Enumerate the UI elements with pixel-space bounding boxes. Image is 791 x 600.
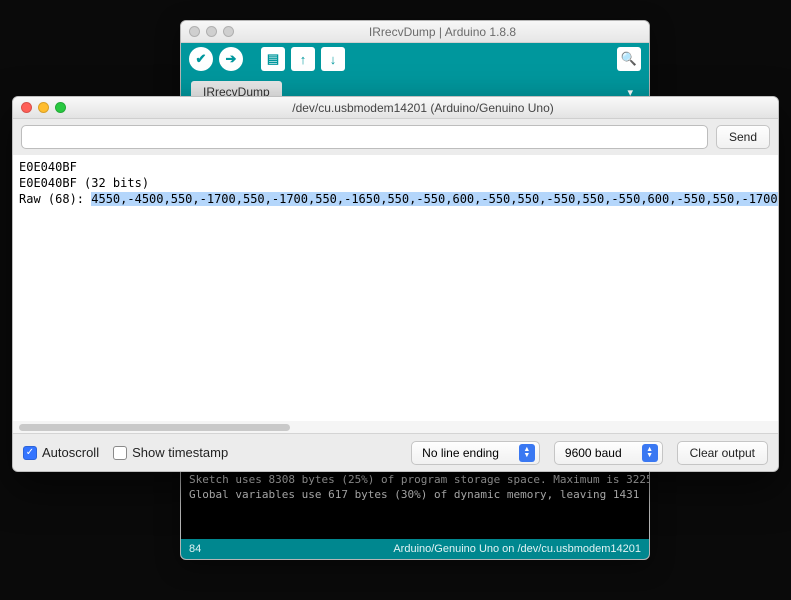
- zoom-icon[interactable]: [55, 102, 66, 113]
- minimize-icon[interactable]: [38, 102, 49, 113]
- save-sketch-button[interactable]: ↓: [321, 47, 345, 71]
- raw-prefix: Raw (68):: [19, 192, 91, 206]
- timestamp-checkbox[interactable]: Show timestamp: [113, 445, 228, 460]
- line-ending-value: No line ending: [422, 446, 499, 460]
- ide-console: Sketch uses 8308 bytes (25%) of program …: [181, 469, 649, 539]
- new-sketch-button[interactable]: ▤: [261, 47, 285, 71]
- monitor-footer: Autoscroll Show timestamp No line ending…: [13, 433, 778, 471]
- status-board-port: Arduino/Genuino Uno on /dev/cu.usbmodem1…: [393, 543, 641, 555]
- close-icon[interactable]: [189, 26, 200, 37]
- upload-button[interactable]: ➔: [219, 47, 243, 71]
- monitor-title: /dev/cu.usbmodem14201 (Arduino/Genuino U…: [76, 101, 770, 115]
- checkbox-icon[interactable]: [113, 446, 127, 460]
- baud-rate-value: 9600 baud: [565, 446, 622, 460]
- ide-statusbar: 84 Arduino/Genuino Uno on /dev/cu.usbmod…: [181, 539, 649, 559]
- monitor-traffic-lights[interactable]: [21, 102, 66, 113]
- monitor-titlebar: /dev/cu.usbmodem14201 (Arduino/Genuino U…: [13, 97, 778, 119]
- ide-traffic-lights[interactable]: [189, 26, 234, 37]
- autoscroll-label: Autoscroll: [42, 445, 99, 460]
- horizontal-scrollbar[interactable]: [13, 421, 778, 433]
- clear-output-button[interactable]: Clear output: [677, 441, 768, 465]
- output-line: E0E040BF: [19, 159, 772, 175]
- send-button[interactable]: Send: [716, 125, 770, 149]
- verify-button[interactable]: ✔: [189, 47, 213, 71]
- ide-toolbar: ✔ ➔ ▤ ↑ ↓ 🔍: [181, 43, 649, 75]
- monitor-input-row: Send: [13, 119, 778, 155]
- timestamp-label: Show timestamp: [132, 445, 228, 460]
- serial-input[interactable]: [21, 125, 708, 149]
- raw-selected-text: 4550,-4500,550,-1700,550,-1700,550,-1650…: [91, 192, 778, 206]
- zoom-icon[interactable]: [223, 26, 234, 37]
- serial-monitor-button[interactable]: 🔍: [617, 47, 641, 71]
- serial-output[interactable]: E0E040BF E0E040BF (32 bits) Raw (68): 45…: [13, 155, 778, 421]
- console-line: Sketch uses 8308 bytes (25%) of program …: [189, 473, 641, 488]
- select-arrows-icon: ▲▼: [642, 444, 658, 462]
- open-sketch-button[interactable]: ↑: [291, 47, 315, 71]
- scrollbar-thumb[interactable]: [19, 424, 290, 431]
- ide-title: IRrecvDump | Arduino 1.8.8: [244, 25, 641, 39]
- output-line-raw: Raw (68): 4550,-4500,550,-1700,550,-1700…: [19, 191, 772, 207]
- serial-monitor-window: /dev/cu.usbmodem14201 (Arduino/Genuino U…: [12, 96, 779, 472]
- ide-titlebar: IRrecvDump | Arduino 1.8.8: [181, 21, 649, 43]
- checkbox-icon[interactable]: [23, 446, 37, 460]
- autoscroll-checkbox[interactable]: Autoscroll: [23, 445, 99, 460]
- select-arrows-icon: ▲▼: [519, 444, 535, 462]
- minimize-icon[interactable]: [206, 26, 217, 37]
- line-ending-select[interactable]: No line ending ▲▼: [411, 441, 540, 465]
- close-icon[interactable]: [21, 102, 32, 113]
- status-line-number: 84: [189, 543, 201, 555]
- output-line: E0E040BF (32 bits): [19, 175, 772, 191]
- baud-rate-select[interactable]: 9600 baud ▲▼: [554, 441, 663, 465]
- console-line: Global variables use 617 bytes (30%) of …: [189, 488, 641, 503]
